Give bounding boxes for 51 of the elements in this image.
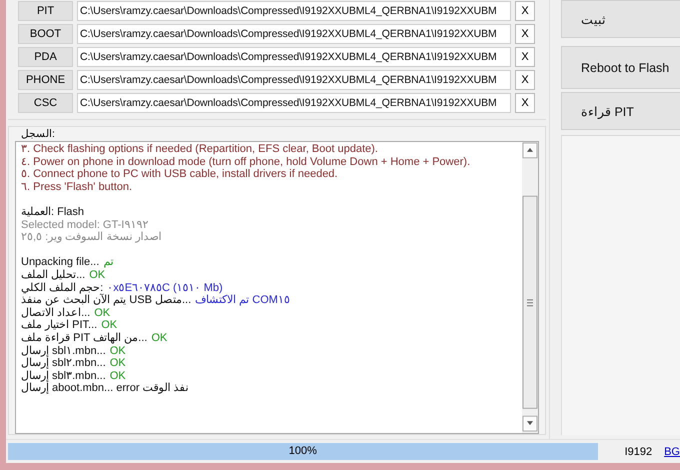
log-text: قراءة ملف PIT من الهاتف...	[21, 332, 148, 344]
file-path-field[interactable]: C:\Users\ramzy.caesar\Downloads\Compressed\I9192XXUBML4_QERBNA1\I9192XXUBM	[77, 24, 511, 44]
progress-text: 100%	[288, 445, 317, 457]
log-text: إرسال sbl٣.mbn...	[21, 370, 106, 382]
action-button[interactable]: قراءة PIT	[561, 92, 680, 130]
log-result: OK	[89, 268, 106, 282]
log-result: OK	[110, 344, 126, 358]
log-result: ٠x٥E٦٠٧٨٥C (١٥١٠ Mb)	[107, 282, 223, 294]
clear-button[interactable]: X	[515, 24, 535, 44]
log-text: يتم الآن البحث عن منفذ USB متصل...	[21, 294, 192, 307]
log-text: اختيار ملف PIT...	[21, 319, 98, 332]
log-line: إرسال aboot.mbn... error نفذ الوقت	[21, 382, 189, 395]
log-result: OK	[110, 357, 126, 370]
log-line: ٦. Press 'Flash' button.	[21, 180, 132, 194]
file-path-field[interactable]: C:\Users\ramzy.caesar\Downloads\Compressed\I9192XXUBML4_QERBNA1\I9192XXUBM	[77, 70, 511, 90]
log-result: OK	[101, 319, 118, 332]
clear-button[interactable]: X	[515, 47, 535, 67]
log-line: العملية: Flash	[21, 206, 84, 219]
file-type-button[interactable]: PIT	[18, 1, 73, 21]
file-path-field[interactable]: C:\Users\ramzy.caesar\Downloads\Compressed\I9192XXUBML4_QERBNA1\I9192XXUBM	[77, 1, 511, 21]
log-text: اعداد الاتصال...	[21, 306, 90, 320]
log-result: OK	[151, 332, 168, 344]
action-button[interactable]: ثبيت	[561, 0, 680, 38]
log-text: حجم الملف الكلي:	[21, 282, 104, 294]
log-text: إرسال sbl٢.mbn...	[21, 357, 106, 370]
file-path-field[interactable]: C:\Users\ramzy.caesar\Downloads\Compressed\I9192XXUBML4_QERBNA1\I9192XXUBM	[77, 47, 511, 67]
log-title: السجل:	[21, 128, 55, 141]
log-result: OK	[94, 306, 110, 320]
log-line: Selected model: GT-I٩١٩٢	[21, 218, 148, 232]
file-type-button[interactable]: PDA	[18, 47, 73, 67]
model-label: I9192	[624, 446, 652, 458]
clear-button[interactable]: X	[515, 1, 535, 21]
scrollbar-drawing[interactable]	[522, 142, 538, 433]
file-type-button[interactable]: PHONE	[18, 70, 73, 90]
log-line: ٥. Connect phone to PC with USB cable, install drivers if needed.	[21, 168, 338, 181]
log-result: تم الاكتشاف COM١٥	[195, 294, 290, 307]
log-result: OK	[110, 370, 126, 382]
file-path-field[interactable]: C:\Users\ramzy.caesar\Downloads\Compressed\I9192XXUBML4_QERBNA1\I9192XXUBM	[77, 93, 511, 113]
log-line: اصدار نسخة السوفت وير: ٢٥,٥	[21, 231, 162, 244]
bg-link[interactable]: BG	[664, 446, 680, 458]
file-type-button[interactable]: CSC	[18, 93, 73, 113]
log-text: Unpacking file...	[21, 256, 100, 269]
log-result: تم	[103, 256, 114, 269]
log-text: تحليل الملف...	[21, 268, 86, 282]
log-line: ٣. Check flashing options if needed (Repartition, EFS clear, Boot update).	[21, 143, 378, 156]
log-line: ٤. Power on phone in download mode (turn off phone, hold Volume Down + Home + Power).	[21, 156, 470, 168]
log-text: إرسال sbl١.mbn...	[21, 344, 106, 357]
clear-button[interactable]: X	[515, 70, 535, 90]
clear-button[interactable]: X	[515, 93, 535, 113]
file-type-button[interactable]: BOOT	[18, 24, 73, 44]
action-button[interactable]: Reboot to Flash	[561, 46, 680, 89]
